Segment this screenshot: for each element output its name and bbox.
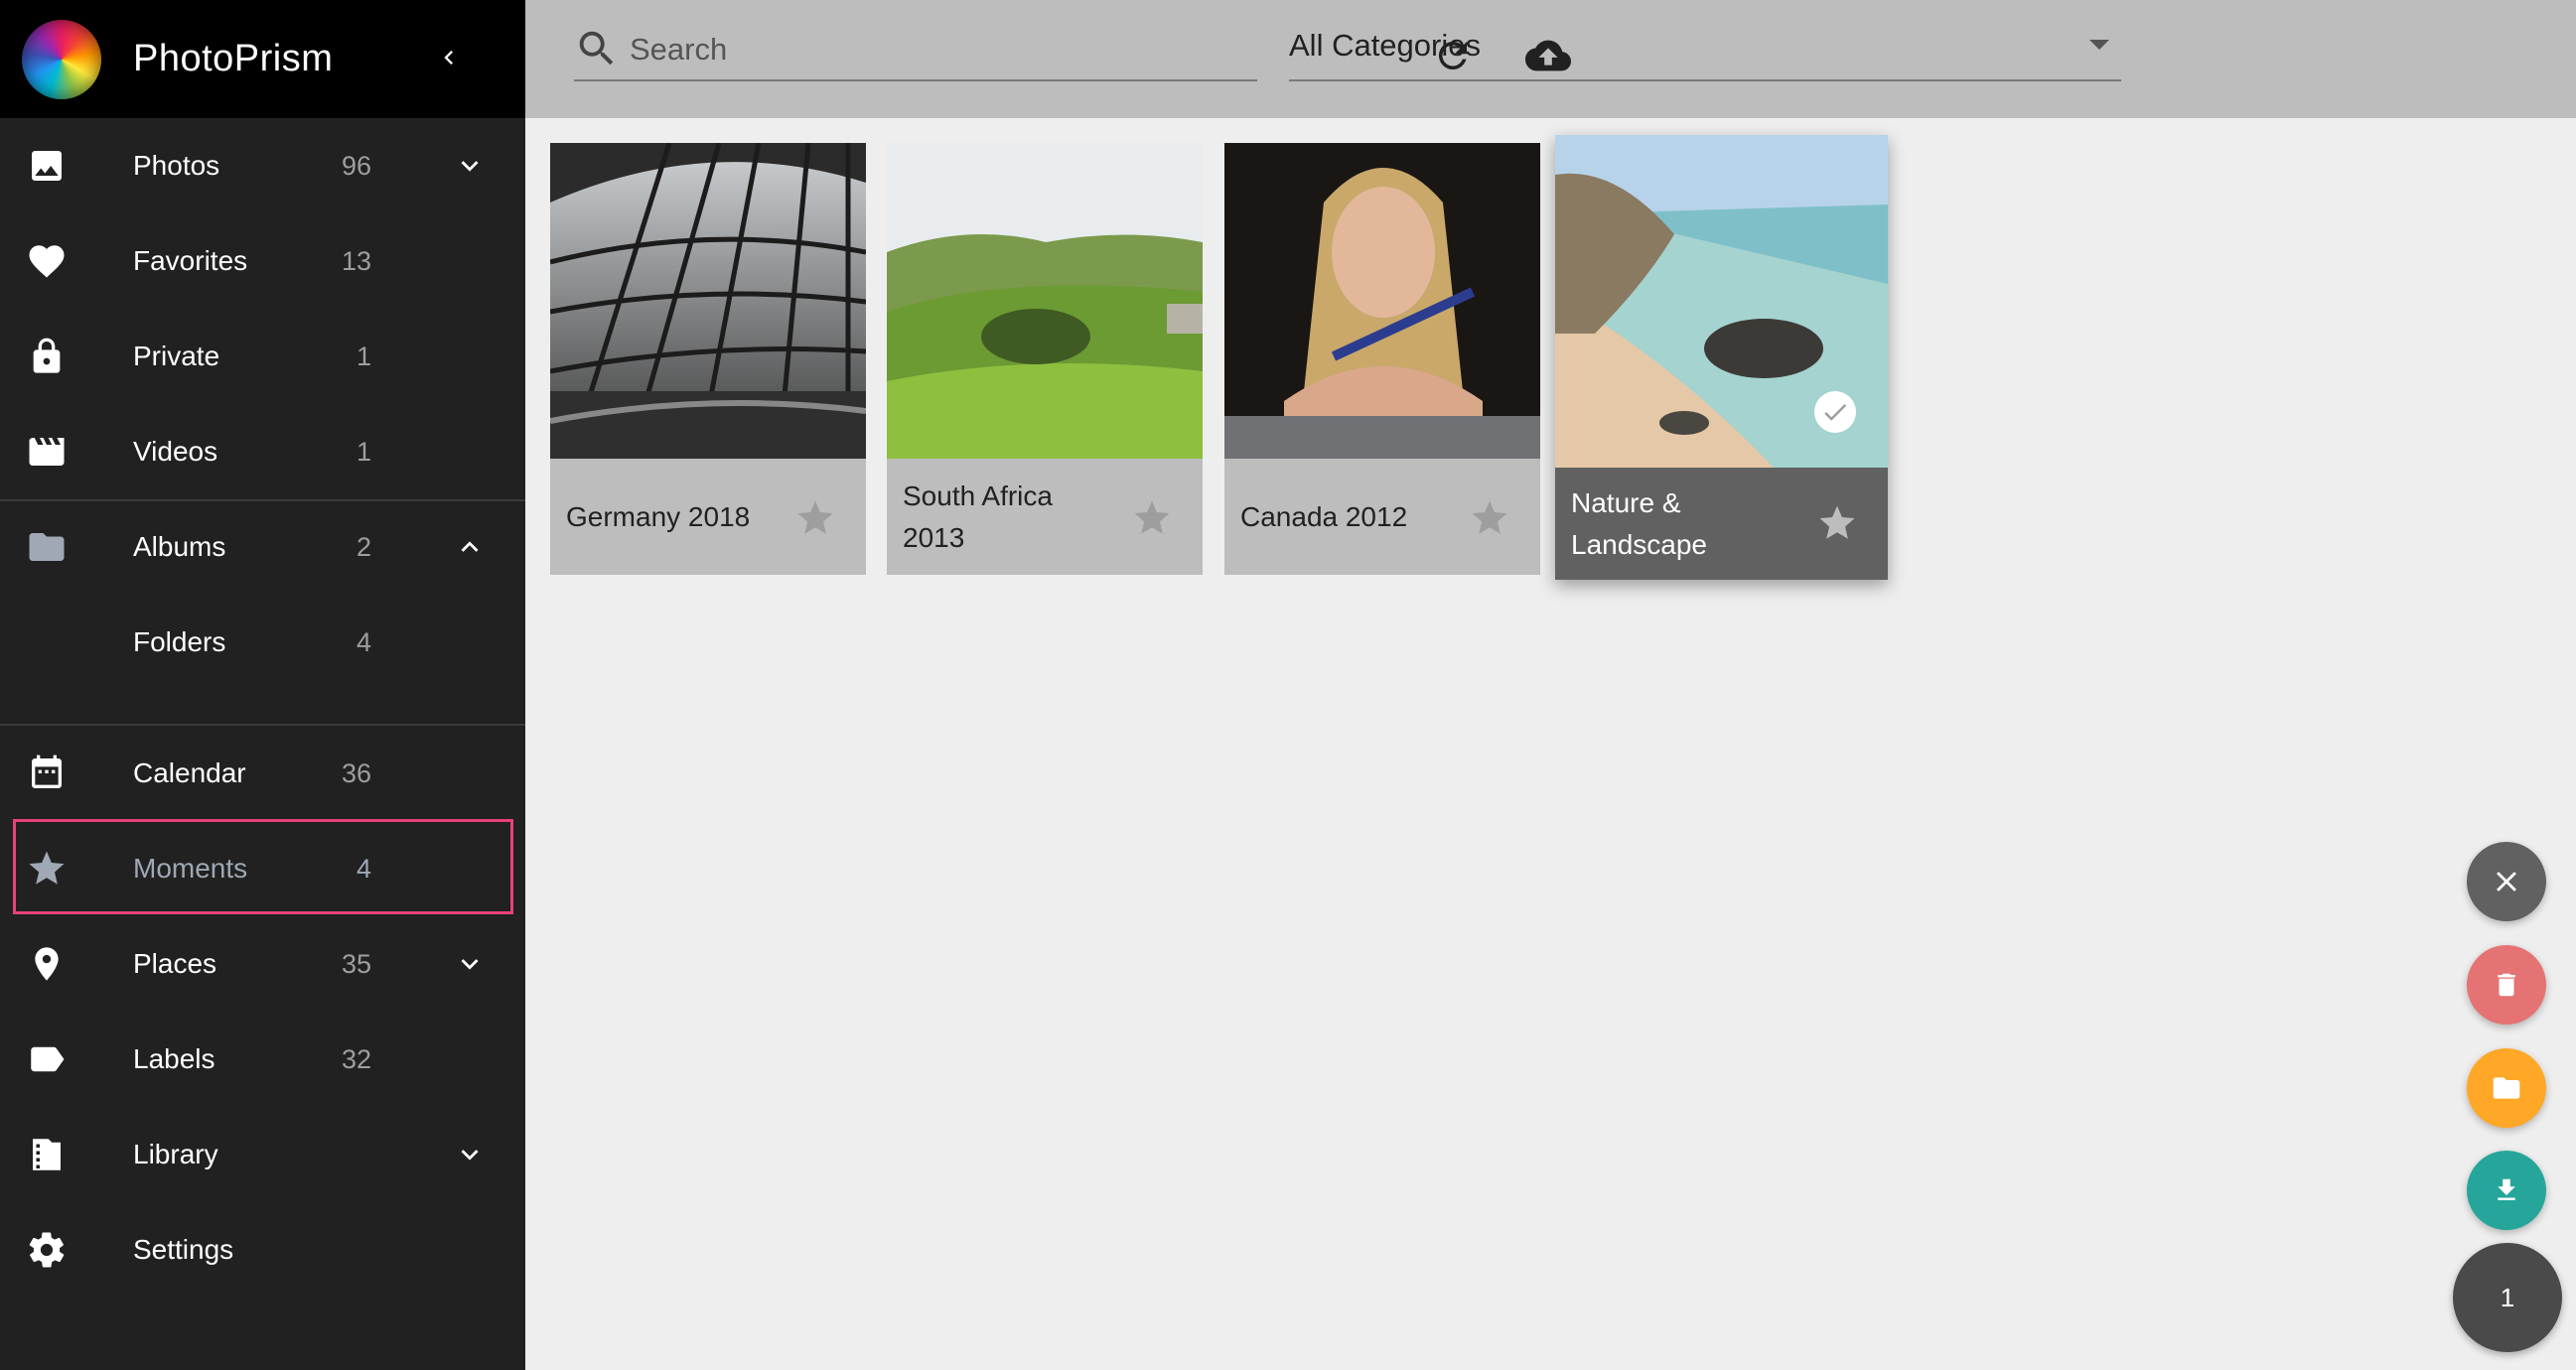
selection-count-button[interactable]: 1	[2453, 1243, 2562, 1352]
chevron-up-icon[interactable]	[449, 526, 491, 568]
dropdown-arrow-icon	[2089, 40, 2109, 50]
calendar-icon	[26, 753, 68, 794]
upload-button[interactable]	[1520, 32, 1576, 79]
brand-header: PhotoPrism	[0, 0, 525, 118]
search-icon	[579, 31, 614, 66]
sidebar-item-labels[interactable]: Labels 32	[0, 1012, 525, 1107]
sidebar-item-settings[interactable]: Settings	[0, 1202, 525, 1298]
album-title: Nature & Landscape	[1571, 486, 1708, 560]
sidebar-item-label: Albums	[133, 531, 226, 562]
album-thumbnail[interactable]	[1224, 143, 1540, 459]
chevron-down-icon[interactable]	[449, 943, 491, 985]
album-title: Germany 2018	[566, 500, 751, 532]
chevron-left-icon	[444, 51, 453, 65]
search-field[interactable]	[574, 20, 1257, 81]
delete-button[interactable]	[2467, 945, 2546, 1025]
folder-icon	[2493, 1077, 2520, 1099]
sidebar-item-folders[interactable]: Folders 4	[0, 595, 525, 690]
toolbar: All Categories	[525, 0, 2576, 118]
clear-selection-button[interactable]	[2467, 842, 2546, 921]
close-icon	[2497, 872, 2516, 891]
collapse-sidebar-button[interactable]	[429, 38, 469, 77]
add-to-album-button[interactable]	[2467, 1048, 2546, 1128]
label-icon	[26, 1038, 68, 1080]
download-button[interactable]	[2467, 1151, 2546, 1230]
album-thumbnail[interactable]	[887, 143, 1203, 459]
sidebar-item-label: Places	[133, 948, 217, 979]
sidebar-item-favorites[interactable]: Favorites 13	[0, 213, 525, 309]
selected-check-icon[interactable]	[1814, 391, 1856, 433]
landscape-photo-image	[887, 143, 1203, 459]
sidebar-item-count: 32	[341, 1043, 371, 1074]
sidebar-item-count: 96	[341, 150, 371, 181]
album-thumbnail[interactable]	[550, 143, 866, 459]
image-icon	[26, 145, 68, 187]
sidebar-item-label: Photos	[133, 150, 220, 181]
sidebar-item-count: 35	[341, 948, 371, 979]
sidebar-item-library[interactable]: Library	[0, 1107, 525, 1202]
sidebar-item-label: Labels	[133, 1043, 215, 1074]
movie-icon	[26, 431, 68, 473]
sidebar-item-count: 13	[341, 245, 371, 276]
sidebar-item-count: 2	[356, 531, 371, 562]
star-icon[interactable]	[1131, 497, 1173, 539]
heart-icon	[26, 240, 68, 282]
sidebar-item-label: Folders	[133, 626, 226, 657]
sidebar-item-photos[interactable]: Photos 96	[0, 118, 525, 213]
chevron-down-icon[interactable]	[449, 1134, 491, 1175]
sidebar-item-count: 4	[356, 626, 371, 657]
album-card-selected[interactable]: Nature & Landscape	[1555, 135, 1888, 580]
download-icon	[2498, 1178, 2515, 1200]
app-name: PhotoPrism	[133, 38, 334, 79]
sidebar-item-albums[interactable]: Albums 2	[0, 499, 525, 595]
star-icon[interactable]	[1469, 497, 1510, 539]
sidebar-item-count: 1	[356, 436, 371, 467]
place-icon	[26, 943, 68, 985]
moments-highlight-box	[13, 819, 513, 914]
chevron-down-icon[interactable]	[449, 145, 491, 187]
album-card[interactable]: Germany 2018	[550, 143, 866, 575]
sidebar-item-label: Calendar	[133, 757, 246, 788]
lock-icon	[26, 336, 68, 377]
trash-icon	[2498, 973, 2515, 997]
photoprism-logo[interactable]	[22, 19, 101, 99]
sidebar-item-label: Favorites	[133, 245, 248, 276]
library-icon	[26, 1134, 68, 1175]
folder-icon	[26, 526, 68, 568]
sidebar-item-videos[interactable]: Videos 1	[0, 404, 525, 499]
album-card[interactable]: South Africa 2013	[887, 143, 1203, 575]
sidebar-item-label: Settings	[133, 1234, 234, 1265]
dome-photo-image	[550, 143, 866, 459]
sidebar-item-count: 36	[341, 757, 371, 788]
refresh-icon	[1439, 42, 1467, 69]
sidebar-item-places[interactable]: Places 35	[0, 916, 525, 1012]
star-icon[interactable]	[794, 497, 836, 539]
sidebar-item-count: 1	[356, 341, 371, 371]
category-select[interactable]: All Categories	[1289, 20, 2121, 81]
album-card[interactable]: Canada 2012	[1224, 143, 1540, 575]
star-icon[interactable]	[1816, 502, 1858, 544]
album-title: Canada 2012	[1240, 500, 1408, 532]
portrait-photo-image	[1224, 143, 1540, 459]
sidebar-item-private[interactable]: Private 1	[0, 309, 525, 404]
search-input[interactable]	[630, 28, 1225, 71]
gear-icon	[26, 1229, 68, 1271]
sidebar: PhotoPrism Photos 96 Favorites 13 Privat…	[0, 0, 525, 1370]
album-title: South Africa 2013	[903, 480, 1053, 553]
sidebar-item-calendar[interactable]: Calendar 36	[0, 726, 525, 821]
sidebar-item-label: Private	[133, 341, 220, 371]
cloud-upload-icon	[1525, 40, 1571, 71]
sidebar-item-label: Videos	[133, 436, 218, 467]
sidebar-item-label: Library	[133, 1139, 218, 1169]
reload-button[interactable]	[1429, 32, 1477, 79]
